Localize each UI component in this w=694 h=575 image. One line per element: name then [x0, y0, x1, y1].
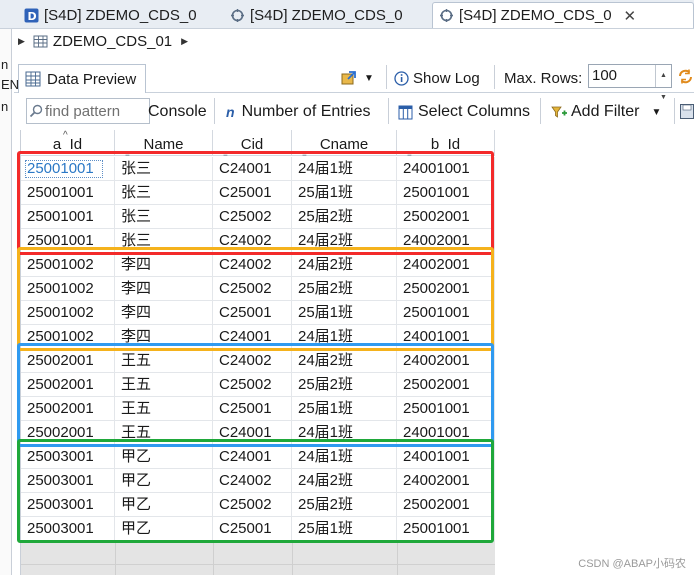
view-tab-row: Data Preview ▼ Show Log Max. Rows: 100 ▲… — [14, 61, 694, 101]
spin-up-icon[interactable]: ▲ — [660, 65, 667, 87]
select-columns-label: Select Columns — [418, 103, 531, 120]
number-of-entries-label: Number of Entries — [241, 103, 371, 120]
columns-icon — [398, 105, 413, 119]
chevron-down-icon[interactable]: ▼ — [651, 107, 661, 118]
group-frame-blue — [17, 343, 494, 447]
editor-tab-3-active[interactable]: [S4D] ZDEMO_CDS_0 ✕ — [432, 2, 694, 28]
adjacent-panel-text: n — [1, 57, 9, 72]
show-log-button[interactable]: Show Log — [394, 66, 480, 90]
chevron-down-icon: ▼ — [364, 72, 374, 84]
ddl-source-icon: D — [24, 8, 39, 23]
search-placeholder: find pattern — [45, 102, 121, 120]
separator — [494, 65, 495, 89]
separator — [388, 98, 389, 124]
filter-icon — [551, 106, 567, 118]
separator — [674, 98, 675, 124]
editor-tab-strip: D [S4D] ZDEMO_CDS_0 [S4D] ZDEMO_CDS_0 [S… — [0, 0, 694, 29]
refresh-icon[interactable] — [677, 68, 694, 85]
select-columns-button[interactable]: Select Columns — [398, 100, 530, 124]
number-of-entries-button[interactable]: n Number of Entries — [226, 100, 371, 124]
breadcrumb-next-icon[interactable]: ▶ — [181, 36, 188, 47]
max-rows-value: 100 — [592, 67, 618, 84]
group-frame-red — [17, 151, 494, 255]
preview-toolbar: find pattern Console n Number of Entries… — [14, 95, 694, 127]
data-preview-icon — [231, 8, 244, 22]
max-rows-input[interactable]: 100 ▲ ▼ — [588, 64, 672, 101]
add-filter-button[interactable]: Add Filter ▼ — [550, 100, 661, 124]
count-icon: n — [226, 104, 235, 120]
info-icon — [394, 70, 409, 86]
group-frame-orange — [17, 247, 494, 351]
export-menu-button[interactable]: ▼ — [340, 66, 374, 90]
editor-tab-2[interactable]: [S4D] ZDEMO_CDS_0 — [224, 2, 424, 28]
empty-row — [21, 565, 495, 575]
watermark: CSDN @ABAP小码农 — [578, 558, 686, 570]
export-icon — [341, 71, 356, 85]
group-frame-green — [17, 439, 494, 543]
max-rows-spinner[interactable]: ▲ ▼ — [655, 65, 671, 101]
console-label: Console — [148, 103, 207, 120]
table-icon — [33, 35, 48, 47]
tab-data-preview[interactable]: Data Preview — [18, 64, 146, 93]
show-log-label: Show Log — [413, 69, 480, 87]
separator — [214, 98, 215, 124]
svg-text:D: D — [28, 10, 37, 23]
editor-tab-label: [S4D] ZDEMO_CDS_0 — [459, 7, 612, 24]
empty-row — [21, 541, 495, 565]
close-icon[interactable]: ✕ — [624, 7, 637, 25]
breadcrumb-label[interactable]: ZDEMO_CDS_01 — [53, 33, 172, 50]
data-preview-icon — [440, 9, 453, 22]
tab-label: Data Preview — [47, 70, 137, 88]
breadcrumb: ▶ ZDEMO_CDS_01 ▶ — [18, 29, 188, 53]
adjacent-panel-text: n — [1, 99, 9, 114]
add-filter-label: Add Filter — [571, 103, 640, 120]
search-icon — [29, 104, 43, 118]
adjacent-panel-edge: n EN n — [0, 29, 19, 575]
grid-icon — [25, 71, 41, 87]
editor-tab-1[interactable]: D [S4D] ZDEMO_CDS_0 — [18, 2, 216, 28]
console-button[interactable]: Console — [148, 100, 207, 124]
sort-indicator-icon: ^ — [63, 130, 68, 141]
separator — [540, 98, 541, 124]
editor-tab-label: [S4D] ZDEMO_CDS_0 — [44, 6, 197, 24]
editor-tab-label: [S4D] ZDEMO_CDS_0 — [250, 6, 403, 24]
search-input[interactable]: find pattern — [26, 98, 150, 124]
breadcrumb-expand-icon[interactable]: ▶ — [18, 36, 25, 47]
save-icon[interactable] — [680, 104, 694, 119]
separator — [386, 65, 387, 89]
max-rows-label: Max. Rows: — [504, 69, 583, 87]
